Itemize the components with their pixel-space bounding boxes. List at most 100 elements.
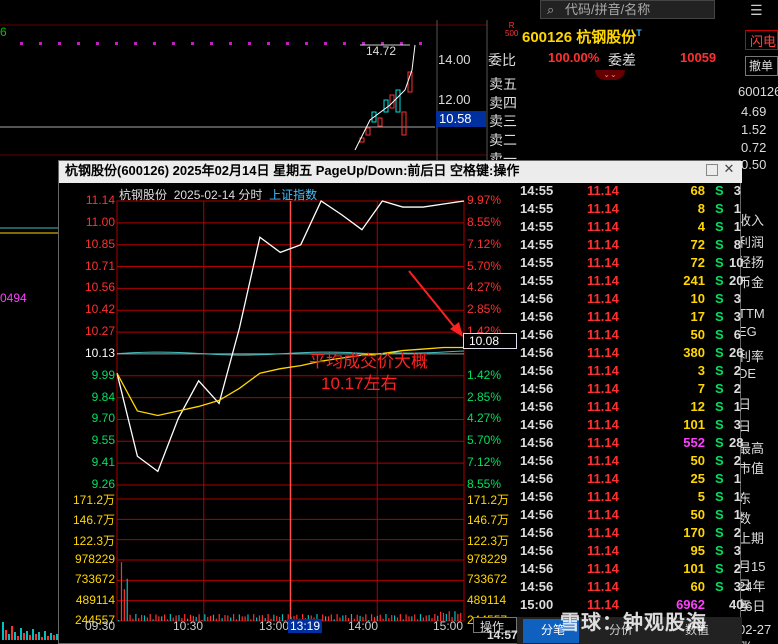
right-col-value-2: 1.52 xyxy=(741,122,767,137)
bg-volume-bar xyxy=(23,633,25,640)
tick-n: 3 xyxy=(733,291,741,306)
bg-dot xyxy=(191,42,194,45)
tick-n: 28 xyxy=(729,435,744,450)
tick-price: 11.14 xyxy=(587,273,619,288)
price-tick-label: 10.56 xyxy=(84,280,115,295)
tick-time: 14:56 xyxy=(520,399,554,414)
bg-volume-bar xyxy=(32,629,34,640)
bg-volume-bar xyxy=(2,622,4,640)
tick-n: 20 xyxy=(729,273,744,288)
tick-row: 14:56 11.14 552 S 28 xyxy=(517,435,744,453)
annotation-text: 平均成交价大概 10.17左右 xyxy=(309,352,428,393)
tick-side: S xyxy=(715,525,724,540)
tick-vol: 25 xyxy=(690,471,705,486)
volume-bar xyxy=(419,614,422,621)
current-price-box: 10.08 xyxy=(463,333,517,349)
tick-row: 14:56 11.14 50 S 2 xyxy=(517,453,742,471)
volume-bar xyxy=(126,578,128,621)
tick-n: 6 xyxy=(733,327,741,342)
tick-side: S xyxy=(715,471,724,486)
tick-row: 14:56 11.14 3 S 2 xyxy=(517,363,742,381)
tick-price: 11.14 xyxy=(587,435,619,450)
weibi-row: 委比 100.00% 委差 10059 xyxy=(488,50,717,68)
volume-tick-label: 978229 xyxy=(74,552,115,566)
bg-dot xyxy=(305,42,308,45)
bg-volume-bar xyxy=(53,635,55,640)
bg-dot xyxy=(39,42,42,45)
price-tick-label: 9.41 xyxy=(91,455,115,470)
tick-side: S xyxy=(715,291,724,306)
volume-tick-label: 733672 xyxy=(74,572,115,587)
tick-row: 14:55 11.14 72 S 8 xyxy=(517,237,742,255)
bg-volume-bar xyxy=(41,637,43,640)
tick-side: S xyxy=(715,579,724,594)
tick-price: 11.14 xyxy=(587,381,619,396)
volume-bar xyxy=(399,614,401,621)
tick-side: S xyxy=(715,543,724,558)
price-tick-label: 9.84 xyxy=(91,389,115,404)
price-tick-label: 9.70 xyxy=(91,411,115,426)
volume-bar xyxy=(141,615,143,621)
maximize-icon[interactable] xyxy=(706,164,718,176)
time-tick-label: 14:00 xyxy=(348,619,379,633)
volume-bar xyxy=(238,614,240,621)
tick-n: 1 xyxy=(733,507,741,522)
bg-dot xyxy=(153,42,156,45)
volume-bar xyxy=(336,614,338,621)
tick-row: 14:56 11.14 101 S 2 xyxy=(517,561,742,579)
tick-time: 14:55 xyxy=(520,237,554,252)
tick-time: 14:56 xyxy=(520,291,554,306)
tick-time: 14:56 xyxy=(520,435,554,450)
tick-row: 14:55 11.14 241 S 20 xyxy=(517,273,744,291)
sell5-label: 卖五 xyxy=(489,76,517,92)
volume-bar xyxy=(152,619,154,621)
bg-dot xyxy=(248,42,251,45)
tick-time: 14:56 xyxy=(520,471,554,486)
tick-n: 8 xyxy=(733,237,741,252)
search-input[interactable]: ⌕ 代码/拼音/名称 xyxy=(540,0,715,19)
volume-bar xyxy=(244,616,246,621)
sell4-label: 卖四 xyxy=(489,95,517,111)
flash-trade-button[interactable]: 闪电 xyxy=(745,30,778,50)
right-col-value-1: 4.69 xyxy=(741,104,767,119)
volume-bar xyxy=(327,616,330,621)
tick-time: 14:56 xyxy=(520,417,554,432)
bg-volume-bar xyxy=(8,634,10,640)
volume-tick-label: 122.3万 xyxy=(72,533,115,548)
intraday-popup-window[interactable]: 杭钢股份(600126) 2025年02月14日 星期五 PageUp/Down… xyxy=(58,160,744,644)
bg-volume-bar xyxy=(50,633,52,640)
tick-row: 14:55 11.14 8 S 1 xyxy=(517,201,742,219)
bg-volume-bar xyxy=(38,632,40,640)
close-icon[interactable]: ✕ xyxy=(723,162,735,176)
tick-price: 11.14 xyxy=(587,309,619,324)
volume-bar xyxy=(342,615,344,621)
tick-side: S xyxy=(715,381,724,396)
volume-bar xyxy=(221,618,223,621)
bottom-left-time: 14:57 xyxy=(487,628,518,642)
tick-time: 14:55 xyxy=(520,273,554,288)
volume-bar xyxy=(405,614,407,621)
tick-price: 11.14 xyxy=(587,201,619,216)
tick-vol: 3 xyxy=(697,363,705,378)
popup-title-bar[interactable]: 杭钢股份(600126) 2025年02月14日 星期五 PageUp/Down… xyxy=(59,161,742,183)
volume-bar xyxy=(425,615,427,621)
tick-row: 14:55 11.14 4 S 1 xyxy=(517,219,742,237)
tick-row: 14:56 11.14 10 S 3 xyxy=(517,291,742,309)
tick-price: 11.14 xyxy=(587,219,619,234)
volume-bar xyxy=(325,616,327,621)
tick-time: 15:00 xyxy=(520,597,554,612)
tick-n: 2 xyxy=(733,363,741,378)
volume-tick-label: 489114 xyxy=(75,592,115,607)
price-tick-label: 11.00 xyxy=(85,214,115,229)
cancel-order-button[interactable]: 撤单 xyxy=(745,56,778,76)
menu-icon[interactable]: ☰ xyxy=(750,2,763,19)
volume-bar xyxy=(422,617,424,621)
tick-n: 40 xyxy=(729,597,744,612)
bg-dot xyxy=(210,42,213,45)
chart-subheader: 杭钢股份 2025-02-14 分时 上证指数 xyxy=(119,188,318,202)
arrow-line xyxy=(408,270,457,330)
volume-tick-label: 171.2万 xyxy=(72,493,115,507)
right-col-label: 02-27涨 xyxy=(738,622,772,644)
tick-price: 11.14 xyxy=(587,345,619,360)
tick-price: 11.14 xyxy=(587,291,619,306)
